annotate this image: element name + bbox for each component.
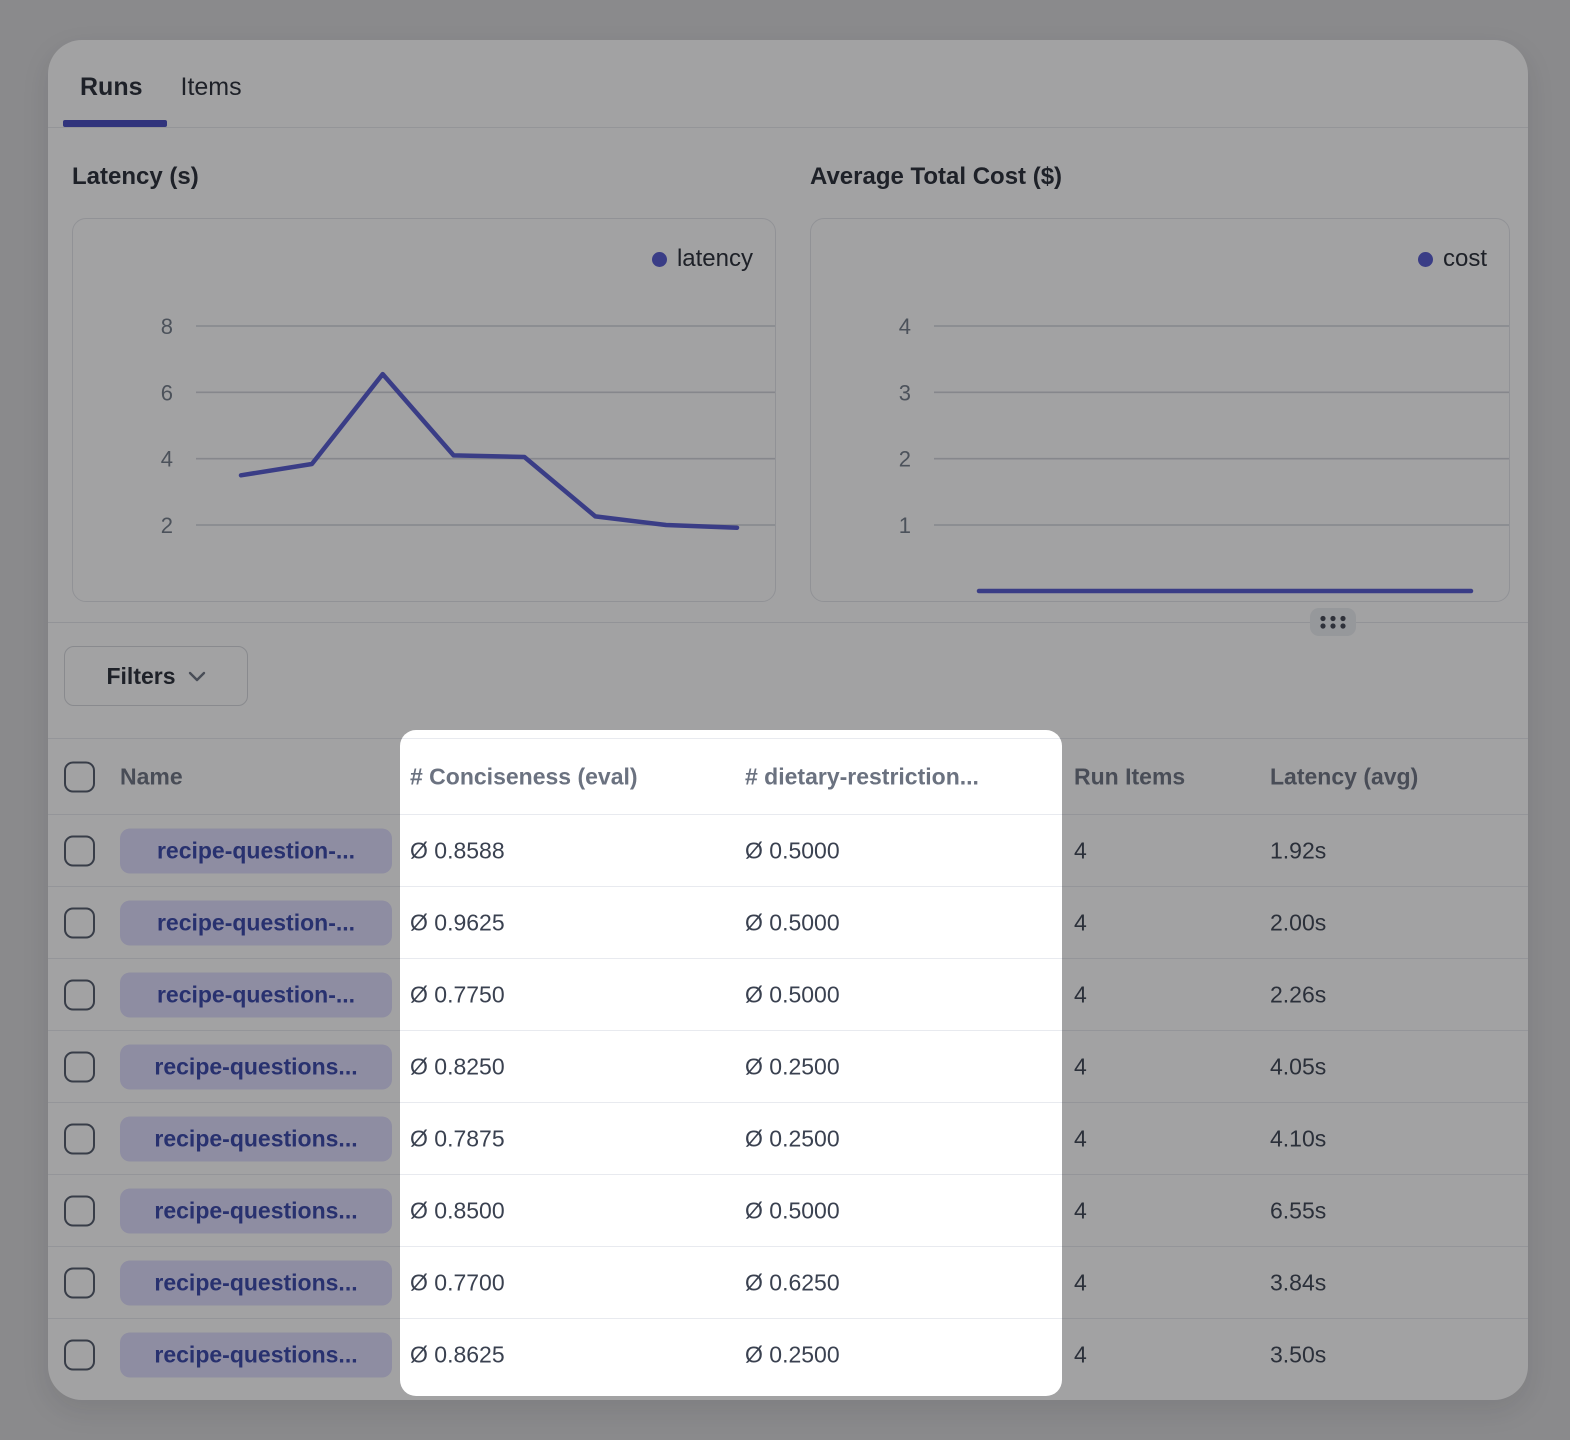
latency-avg-cell: 4.05s [1270,1053,1326,1080]
run-name-badge[interactable]: recipe-question-... [120,828,392,873]
column-header-dietary-restriction[interactable]: # dietary-restriction... [745,763,979,790]
tab-items[interactable]: Items [181,70,242,104]
row-checkbox[interactable] [64,1051,95,1082]
resize-drag-handle[interactable] [1310,608,1356,636]
table-body: recipe-question-... Ø 0.8588 Ø 0.5000 4 … [48,815,1528,1391]
svg-text:3: 3 [899,380,911,405]
filters-button-label: Filters [106,663,175,690]
run-name-badge[interactable]: recipe-questions... [120,1260,392,1305]
conciseness-score-cell: Ø 0.8588 [410,837,505,864]
cost-legend: cost [1418,245,1487,273]
row-checkbox[interactable] [64,835,95,866]
row-checkbox[interactable] [64,1195,95,1226]
svg-text:2: 2 [899,447,911,472]
latency-avg-cell: 3.50s [1270,1342,1326,1369]
svg-text:1: 1 [899,513,911,538]
conciseness-score-cell: Ø 0.9625 [410,909,505,936]
runs-table: Name # Conciseness (eval) # dietary-rest… [48,738,1528,1391]
latency-chart: 2 4 6 8 latency [72,218,776,602]
table-row: recipe-question-... Ø 0.9625 Ø 0.5000 4 … [48,887,1528,959]
dietary-score-cell: Ø 0.5000 [745,981,840,1008]
cost-chart-title: Average Total Cost ($) [810,161,1062,193]
chevron-down-icon [188,671,206,682]
latency-chart-title: Latency (s) [72,161,199,193]
cost-legend-label: cost [1443,245,1487,273]
column-header-latency-avg[interactable]: Latency (avg) [1270,763,1418,790]
table-row: recipe-questions... Ø 0.8250 Ø 0.2500 4 … [48,1031,1528,1103]
table-row: recipe-questions... Ø 0.7700 Ø 0.6250 4 … [48,1247,1528,1319]
conciseness-score-cell: Ø 0.7875 [410,1125,505,1152]
svg-text:4: 4 [899,314,911,339]
table-row: recipe-question-... Ø 0.7750 Ø 0.5000 4 … [48,959,1528,1031]
column-header-run-items[interactable]: Run Items [1074,763,1185,790]
active-tab-indicator [63,120,167,127]
row-checkbox[interactable] [64,1267,95,1298]
table-row: recipe-questions... Ø 0.7875 Ø 0.2500 4 … [48,1103,1528,1175]
cost-chart: 1 2 3 4 cost [810,218,1510,602]
conciseness-score-cell: Ø 0.8500 [410,1197,505,1224]
dietary-score-cell: Ø 0.6250 [745,1269,840,1296]
dietary-score-cell: Ø 0.2500 [745,1125,840,1152]
run-items-cell: 4 [1074,1342,1087,1369]
tabs-divider [48,127,1528,128]
latency-avg-cell: 3.84s [1270,1269,1326,1296]
latency-legend-label: latency [677,245,753,273]
dietary-score-cell: Ø 0.5000 [745,909,840,936]
row-checkbox[interactable] [64,1123,95,1154]
run-name-badge[interactable]: recipe-question-... [120,972,392,1017]
run-name-badge[interactable]: recipe-questions... [120,1188,392,1233]
latency-avg-cell: 6.55s [1270,1197,1326,1224]
row-checkbox[interactable] [64,907,95,938]
column-header-name[interactable]: Name [120,763,183,790]
table-row: recipe-question-... Ø 0.8588 Ø 0.5000 4 … [48,815,1528,887]
svg-text:8: 8 [161,314,173,339]
dietary-score-cell: Ø 0.5000 [745,837,840,864]
run-items-cell: 4 [1074,1197,1087,1224]
latency-avg-cell: 1.92s [1270,837,1326,864]
run-name-badge[interactable]: recipe-questions... [120,1333,392,1378]
run-items-cell: 4 [1074,1269,1087,1296]
section-divider [48,622,1528,623]
select-all-checkbox[interactable] [64,761,95,792]
dietary-score-cell: Ø 0.2500 [745,1342,840,1369]
dietary-score-cell: Ø 0.2500 [745,1053,840,1080]
grip-dots-icon [1316,612,1350,632]
run-items-cell: 4 [1074,981,1087,1008]
column-header-conciseness[interactable]: # Conciseness (eval) [410,763,638,790]
row-checkbox[interactable] [64,1340,95,1371]
cost-line-chart: 1 2 3 4 [811,219,1510,602]
conciseness-score-cell: Ø 0.8250 [410,1053,505,1080]
run-name-badge[interactable]: recipe-questions... [120,1044,392,1089]
latency-avg-cell: 2.00s [1270,909,1326,936]
tab-bar: Runs Items [80,70,242,104]
latency-avg-cell: 2.26s [1270,981,1326,1008]
run-name-badge[interactable]: recipe-question-... [120,900,392,945]
table-row: recipe-questions... Ø 0.8500 Ø 0.5000 4 … [48,1175,1528,1247]
run-items-cell: 4 [1074,1053,1087,1080]
run-items-cell: 4 [1074,1125,1087,1152]
conciseness-score-cell: Ø 0.7700 [410,1269,505,1296]
run-name-badge[interactable]: recipe-questions... [120,1116,392,1161]
run-items-cell: 4 [1074,909,1087,936]
page: Runs Items Latency (s) Average Total Cos… [0,0,1570,1440]
filters-button[interactable]: Filters [64,646,248,706]
table-row: recipe-questions... Ø 0.8625 Ø 0.2500 4 … [48,1319,1528,1391]
latency-legend: latency [652,245,753,273]
conciseness-score-cell: Ø 0.7750 [410,981,505,1008]
table-header-row: Name # Conciseness (eval) # dietary-rest… [48,738,1528,815]
tab-runs[interactable]: Runs [80,70,143,104]
svg-text:4: 4 [161,447,173,472]
latency-line-chart: 2 4 6 8 [73,219,776,602]
conciseness-score-cell: Ø 0.8625 [410,1342,505,1369]
run-items-cell: 4 [1074,837,1087,864]
row-checkbox[interactable] [64,979,95,1010]
latency-avg-cell: 4.10s [1270,1125,1326,1152]
cost-legend-dot [1418,252,1433,267]
svg-text:2: 2 [161,513,173,538]
runs-panel: Runs Items Latency (s) Average Total Cos… [48,40,1528,1400]
latency-legend-dot [652,252,667,267]
dietary-score-cell: Ø 0.5000 [745,1197,840,1224]
svg-text:6: 6 [161,380,173,405]
